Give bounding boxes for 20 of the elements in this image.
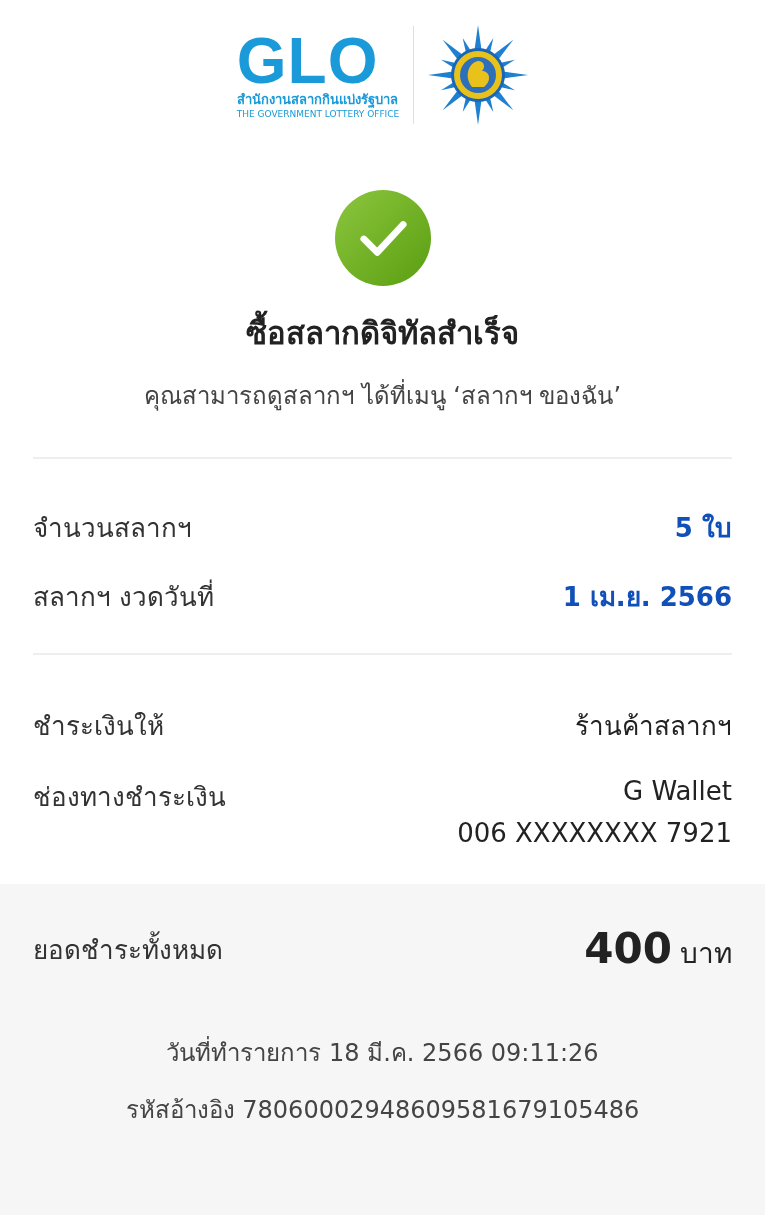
status-title: ซื้อสลากดิจิทัลสำเร็จ bbox=[246, 308, 519, 358]
success-check-icon bbox=[334, 190, 431, 286]
logo-wordmark: GLO bbox=[236, 30, 379, 92]
detail-value: G Wallet bbox=[622, 776, 732, 806]
detail-label: ชำระเงินให้ bbox=[33, 710, 164, 743]
reference-number: รหัสอ้างอิง 78060002948609581679105486 bbox=[125, 1095, 640, 1126]
detail-value: 5 ใบ bbox=[674, 512, 732, 545]
detail-label: สลากฯ งวดวันที่ bbox=[33, 576, 215, 617]
detail-label: จำนวนสลากฯ bbox=[33, 512, 192, 545]
total-label: ยอดชำระทั้งหมด bbox=[33, 929, 223, 970]
organization-name: THE GOVERNMENT LOTTERY OFFICE bbox=[236, 108, 400, 120]
detail-value: 006 XXXXXXXX 7921 bbox=[457, 818, 732, 848]
currency-label: บาท bbox=[680, 936, 732, 972]
organization-name: สำนักงานสลากกินแบ่งรัฐบาล bbox=[236, 92, 398, 108]
status-message: คุณสามารถดูสลากฯ ได้ที่เมนู ‘สลากฯ ของฉัน’ bbox=[143, 376, 622, 415]
detail-label: ช่องทางชำระเงิน bbox=[33, 781, 226, 814]
detail-value: 1 เม.ย. 2566 bbox=[562, 581, 732, 614]
transaction-date: วันที่ทำรายการ 18 มี.ค. 2566 09:11:26 bbox=[166, 1033, 599, 1072]
detail-value: ร้านค้าสลากฯ bbox=[575, 710, 732, 743]
total-amount: 400 bbox=[584, 924, 672, 973]
